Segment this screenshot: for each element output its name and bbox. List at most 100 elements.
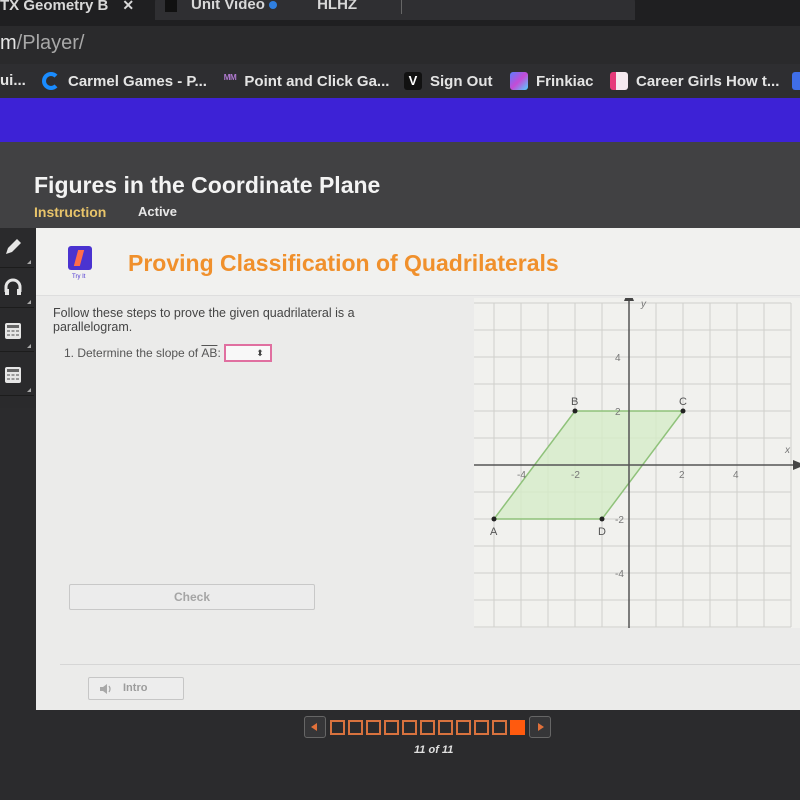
speaker-icon: [100, 684, 111, 694]
x-tick-label: -4: [517, 470, 526, 481]
prev-slide-button[interactable]: [304, 716, 326, 738]
bookmark-label: Career Girls How t...: [636, 72, 780, 90]
point-label-b: B: [571, 396, 578, 408]
screen: TX Geometry B ✕ Unit Video HLHZ m/Player/…: [0, 0, 800, 800]
bookmark-label: ui...: [0, 72, 26, 89]
point-b: [572, 408, 578, 414]
slope-ab-select[interactable]: ⬍: [223, 344, 272, 362]
calculator-tool[interactable]: [0, 312, 34, 352]
bookmark-label: Point and Click Ga...: [244, 72, 390, 90]
point-c: [680, 408, 686, 414]
browser-tab-active[interactable]: TX Geometry B ✕: [0, 0, 150, 20]
v-logo-icon: V: [404, 72, 422, 90]
tool-rail: [0, 228, 36, 408]
bookmark-label: Sign Out: [430, 72, 493, 90]
y-tick-label: 2: [615, 407, 621, 418]
next-slide-button[interactable]: [529, 716, 551, 738]
slide-indicator-current[interactable]: [510, 719, 525, 735]
frinkiac-grid-icon: [510, 72, 528, 90]
slide-indicator[interactable]: [438, 719, 453, 735]
pencil-tool[interactable]: [0, 228, 34, 268]
instructions-text: Follow these steps to prove the given qu…: [53, 306, 355, 334]
course-header: Figures in the Coordinate Plane Instruct…: [0, 142, 800, 228]
step-1: 1. Determine the slope of AB: ⬍: [64, 344, 272, 362]
y-axis-label: y: [640, 299, 647, 310]
bookmarks-bar: ui... Carmel Games - P... ᴹᴹ Point and C…: [0, 64, 800, 98]
lightning-icon: [73, 250, 85, 266]
y-tick-label: -2: [615, 515, 624, 526]
bookmark-item[interactable]: ᴹᴹ Point and Click Ga...: [224, 72, 389, 90]
slide-indicator[interactable]: [402, 719, 417, 735]
url-domain: m: [0, 32, 17, 54]
tab-title: HLHZ: [317, 0, 358, 13]
point-d: [599, 516, 605, 522]
y-tick-label: -4: [615, 569, 624, 580]
try-it-label: Try It: [72, 274, 86, 280]
check-button[interactable]: Check: [69, 584, 315, 610]
lesson-header: Try It Proving Classification of Quadril…: [36, 228, 800, 296]
headphones-icon: [4, 278, 22, 295]
tool-menu-indicator: [27, 300, 31, 304]
bookmark-overflow-icon[interactable]: [792, 72, 800, 90]
intro-button[interactable]: Intro: [88, 677, 184, 700]
career-girls-icon: [610, 72, 628, 90]
point-label-d: D: [598, 526, 606, 538]
slide-indicator[interactable]: [456, 719, 471, 735]
tab-title: Unit Video: [191, 0, 265, 13]
slide-indicator[interactable]: [492, 719, 507, 735]
tab-divider: [401, 0, 403, 15]
x-axis-label: x: [784, 445, 791, 456]
tab-badge-icon: [268, 1, 277, 9]
audio-tool[interactable]: [0, 268, 34, 308]
carmel-c-icon: [42, 72, 60, 90]
slide-navigation: [300, 716, 555, 738]
pc-figures-icon: ᴹᴹ: [224, 72, 237, 86]
bookmark-item[interactable]: Carmel Games - P...: [42, 72, 207, 90]
tool-menu-indicator: [27, 260, 31, 264]
slide-indicators: [330, 719, 525, 735]
lesson-title: Proving Classification of Quadrilaterals: [128, 250, 559, 276]
step-colon: :: [217, 346, 221, 360]
pencil-icon: [6, 239, 21, 254]
try-it-badge-icon: [68, 246, 92, 270]
bookmark-item[interactable]: Frinkiac: [510, 72, 594, 90]
browser-tab-group[interactable]: Unit Video HLHZ: [155, 0, 635, 20]
y-tick-label: 4: [615, 353, 621, 364]
url-path: /Player/: [16, 32, 85, 54]
bookmark-item[interactable]: Career Girls How t...: [610, 72, 779, 90]
arrow-left-icon: [311, 723, 317, 731]
point-label-c: C: [679, 396, 687, 408]
coordinate-graph: x y -4 -2 2 4 4 2 -2 -4 A B C D: [474, 298, 800, 628]
slide-indicator[interactable]: [348, 719, 363, 735]
arrow-right-icon: [538, 723, 544, 731]
slide-indicator[interactable]: [384, 719, 399, 735]
tab-instruction[interactable]: Instruction: [34, 204, 106, 220]
calculator-icon: [5, 323, 21, 339]
brand-bar: [0, 98, 800, 142]
slide-indicator[interactable]: [420, 719, 435, 735]
point-a: [491, 516, 497, 522]
tool-menu-indicator: [27, 388, 31, 392]
bookmark-item[interactable]: ui...: [0, 72, 26, 89]
calculator-icon: [5, 367, 21, 383]
reference-tool[interactable]: [0, 356, 34, 396]
bookmark-item[interactable]: V Sign Out: [404, 72, 493, 90]
tab-favicon-icon: [165, 0, 177, 13]
tab-active[interactable]: Active: [138, 204, 177, 219]
bookmark-label: Frinkiac: [536, 72, 594, 90]
close-tab-icon[interactable]: ✕: [122, 0, 134, 13]
intro-label: Intro: [123, 682, 148, 694]
x-tick-label: -2: [571, 470, 580, 481]
slide-indicator[interactable]: [366, 719, 381, 735]
step-prompt: 1. Determine the slope of: [64, 346, 199, 360]
slide-count: 11 of 11: [414, 744, 454, 756]
slide-indicator[interactable]: [330, 719, 345, 735]
bookmark-label: Carmel Games - P...: [68, 72, 207, 90]
address-bar[interactable]: m/Player/: [0, 26, 800, 64]
lesson-panel: Try It Proving Classification of Quadril…: [36, 228, 800, 710]
url-text[interactable]: m/Player/: [0, 32, 84, 55]
select-arrows-icon: ⬍: [256, 348, 264, 358]
browser-tab-strip: TX Geometry B ✕ Unit Video HLHZ: [0, 0, 800, 26]
point-label-a: A: [490, 526, 498, 538]
slide-indicator[interactable]: [474, 719, 489, 735]
